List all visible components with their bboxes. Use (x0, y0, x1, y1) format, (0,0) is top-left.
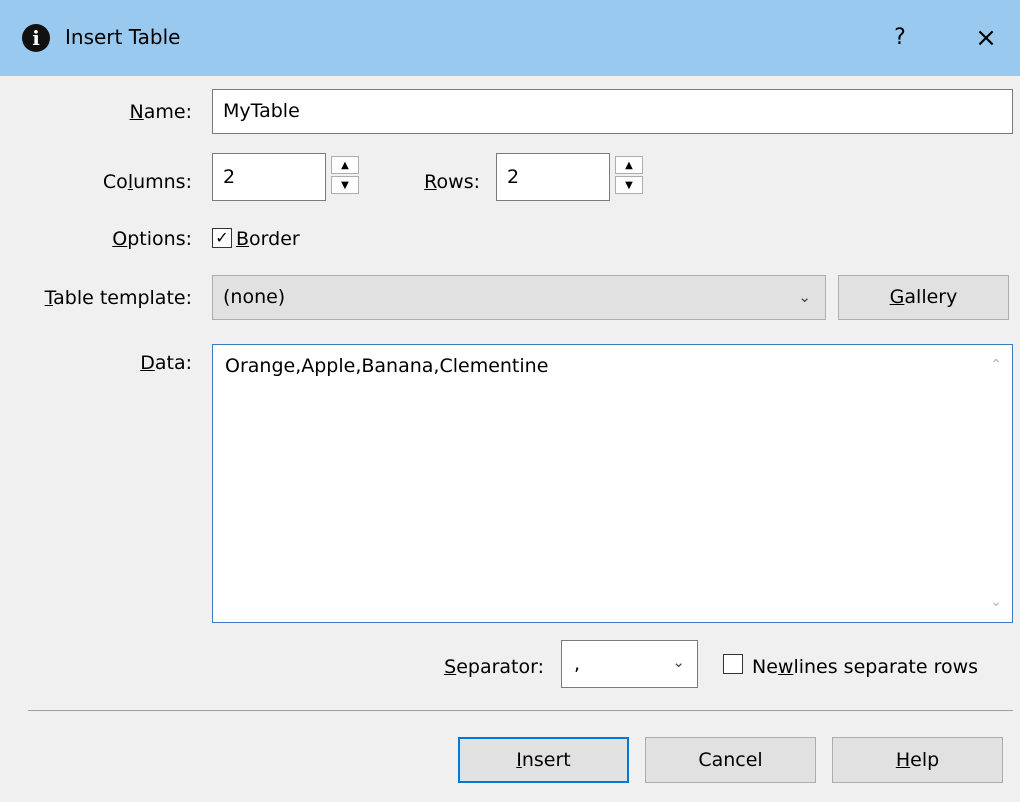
border-checkbox[interactable]: ✓ (212, 228, 232, 248)
border-label-key: B (236, 228, 250, 250)
separator-label: Separator: (420, 656, 544, 678)
rows-spinner[interactable]: ▲ ▼ (615, 156, 645, 194)
newlines-label-key: w (777, 656, 794, 678)
columns-down-arrow-icon[interactable]: ▼ (331, 176, 359, 194)
table-template-dropdown[interactable]: (none) ⌄ (212, 275, 826, 320)
scroll-down-icon[interactable]: ⌄ (990, 594, 1002, 610)
rows-label: Rows: (404, 171, 480, 193)
table-template-value: (none) (223, 286, 286, 308)
data-label: Data: (110, 352, 192, 374)
rows-label-key: R (424, 171, 437, 193)
title-bar: i Insert Table ? × (0, 0, 1020, 76)
name-label-post: ame: (143, 101, 192, 123)
options-label: Options: (90, 228, 192, 250)
newlines-label-pre: Ne (752, 656, 778, 678)
data-value: Orange,Apple,Banana,Clementine (225, 355, 549, 377)
help-label-post: elp (910, 749, 940, 771)
table-template-label-post: able template: (53, 287, 192, 309)
data-textarea[interactable]: Orange,Apple,Banana,Clementine ⌃ ⌄ (212, 344, 1013, 623)
separator-label-post: eparator: (456, 656, 544, 678)
gallery-button[interactable]: Gallery (838, 275, 1009, 320)
columns-label: Columns: (60, 171, 192, 193)
name-label-key: N (129, 101, 144, 123)
scroll-up-icon[interactable]: ⌃ (990, 357, 1002, 373)
close-button[interactable]: × (966, 18, 1006, 58)
newlines-label-post: lines separate rows (793, 656, 979, 678)
columns-spinner[interactable]: ▲ ▼ (331, 156, 361, 194)
table-template-label-key: T (44, 287, 54, 309)
border-label-post: order (249, 228, 300, 250)
gallery-label-key: G (889, 286, 905, 308)
newlines-checkbox[interactable] (723, 654, 743, 674)
options-label-key: O (112, 228, 128, 250)
help-label-key: H (895, 749, 911, 771)
cancel-button[interactable]: Cancel (645, 737, 816, 783)
data-label-post: ata: (154, 352, 192, 374)
chevron-down-icon: ⌄ (672, 653, 685, 671)
rows-input[interactable]: 2 (496, 153, 610, 201)
rows-down-arrow-icon[interactable]: ▼ (615, 176, 643, 194)
insert-button[interactable]: Insert (458, 737, 629, 783)
data-label-key: D (140, 352, 155, 374)
app-info-icon: i (22, 24, 50, 52)
rows-label-post: ows: (436, 171, 480, 193)
divider (28, 710, 1013, 711)
options-label-post: ptions: (127, 228, 192, 250)
name-label: Name: (100, 101, 192, 123)
window-title: Insert Table (65, 25, 181, 49)
columns-up-arrow-icon[interactable]: ▲ (331, 156, 359, 174)
check-icon: ✓ (215, 228, 229, 247)
name-input[interactable]: MyTable (212, 89, 1013, 134)
separator-dropdown[interactable]: , ⌄ (561, 640, 698, 688)
newlines-checkbox-label[interactable]: Newlines separate rows (752, 656, 978, 678)
insert-label-post: nsert (521, 749, 571, 771)
table-template-label: Table template: (10, 287, 192, 309)
chevron-down-icon: ⌄ (798, 288, 811, 306)
separator-value: , (574, 653, 581, 675)
rows-up-arrow-icon[interactable]: ▲ (615, 156, 643, 174)
columns-input[interactable]: 2 (212, 153, 326, 201)
columns-label-post: umns: (133, 171, 192, 193)
help-title-button[interactable]: ? (880, 18, 920, 58)
separator-label-key: S (444, 656, 457, 678)
columns-label-pre: Co (102, 171, 128, 193)
help-button[interactable]: Help (832, 737, 1003, 783)
border-checkbox-label[interactable]: Border (236, 228, 300, 250)
gallery-label-post: allery (904, 286, 958, 308)
